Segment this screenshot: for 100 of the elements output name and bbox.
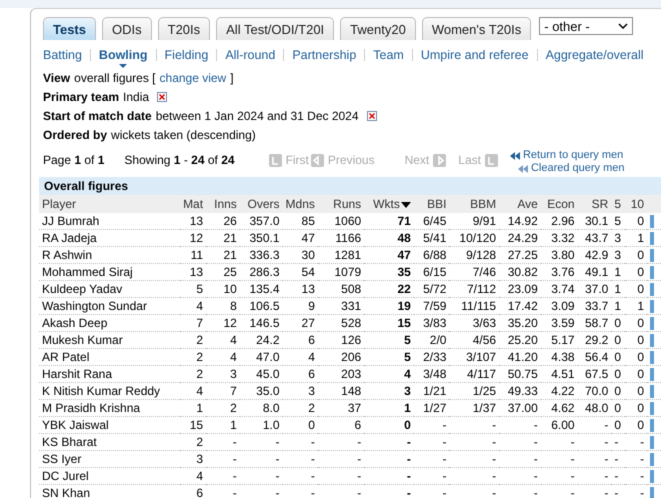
stat-cell: 3.32 — [540, 230, 578, 246]
stat-cell: 2/0 — [414, 332, 450, 348]
column-header[interactable]: Inns — [206, 195, 240, 213]
stat-cell: 3 — [282, 382, 318, 400]
column-header[interactable]: Mdns — [282, 195, 318, 213]
format-tab[interactable]: Women's T20Is — [422, 17, 532, 40]
row-marker — [650, 385, 654, 398]
stat-type-link[interactable]: Fielding — [164, 48, 208, 62]
column-header[interactable]: Wkts — [364, 195, 414, 213]
stat-cell: - — [414, 416, 450, 434]
stat-cell: 146.5 — [240, 314, 283, 332]
player-name: DC Jurel — [39, 468, 180, 484]
format-tab[interactable]: ODIs — [102, 17, 152, 40]
stat-cell: 0 — [625, 280, 648, 298]
column-header[interactable]: 10 — [625, 195, 648, 213]
stat-cell: 17.42 — [499, 298, 541, 314]
stat-cell: - — [499, 468, 541, 484]
stat-cell: 0 — [611, 400, 626, 416]
column-header[interactable]: Mat — [180, 195, 206, 213]
column-header[interactable]: BBM — [449, 195, 500, 213]
bracket-text: ] — [230, 71, 234, 85]
stat-cell: 35.20 — [499, 314, 541, 332]
other-select[interactable]: - other - — [539, 17, 634, 35]
stat-cell: - — [240, 484, 283, 498]
player-name: Mohammed Siraj — [39, 264, 180, 280]
stat-cell: - — [499, 434, 541, 450]
stat-cell: - — [540, 450, 578, 468]
stat-cell: 3 — [206, 366, 240, 382]
stat-cell: 11/115 — [449, 298, 500, 314]
stat-cell: 4.62 — [540, 400, 578, 416]
format-tab[interactable]: Tests — [43, 17, 96, 40]
row-marker — [650, 436, 654, 450]
sort-down-icon — [400, 202, 411, 208]
stat-cell: 30.1 — [578, 213, 612, 230]
stat-cell: - — [625, 450, 648, 468]
query-menu-link[interactable]: Return to query men — [522, 149, 624, 162]
stat-type-link[interactable]: All-round — [225, 48, 276, 62]
stat-cell: 5/41 — [414, 230, 450, 246]
player-name: Akash Deep — [39, 314, 180, 332]
caret-icon — [119, 64, 128, 68]
player-name: RA Jadeja — [39, 230, 180, 246]
stat-cell: 0 — [625, 213, 648, 230]
arrow-right-icon — [433, 154, 446, 166]
stat-cell: 0 — [282, 416, 318, 434]
stat-cell: 54 — [282, 264, 318, 280]
stat-cell: 58.7 — [578, 314, 612, 332]
filter-label: View — [43, 71, 70, 85]
remove-icon[interactable] — [366, 111, 377, 121]
column-header[interactable]: Ave — [499, 195, 541, 213]
stat-cell: 4.38 — [540, 348, 578, 366]
player-name: SS Iyer — [39, 450, 180, 468]
stat-cell: - — [449, 434, 500, 450]
column-header[interactable]: SR — [578, 195, 612, 213]
stat-cell: - — [449, 468, 500, 484]
stat-cell: 24.29 — [499, 230, 541, 246]
stat-cell: 206 — [318, 348, 364, 366]
stat-type-link[interactable]: Partnership — [292, 48, 356, 62]
stat-cell: 10 — [206, 280, 240, 298]
stat-cell: - — [540, 434, 578, 450]
format-tab[interactable]: All Test/ODI/T20I — [216, 17, 334, 40]
remove-icon[interactable] — [157, 92, 168, 102]
column-header[interactable]: Runs — [318, 195, 364, 213]
format-tab[interactable]: Twenty20 — [340, 17, 416, 40]
stat-cell: 6/15 — [414, 264, 450, 280]
stat-cell: 3 — [364, 382, 414, 400]
change-view-link[interactable]: change view — [160, 71, 226, 85]
stat-cell: 0 — [625, 246, 648, 264]
stat-cell: 7 — [180, 314, 206, 332]
stat-cell: 56.4 — [578, 348, 612, 366]
stat-cell: 1 — [180, 400, 206, 416]
format-tab[interactable]: T20Is — [158, 17, 210, 40]
stat-type-link[interactable]: Team — [373, 48, 404, 62]
stat-type-link[interactable]: Umpire and referee — [420, 48, 529, 62]
filter-value: India — [123, 90, 150, 104]
stat-cell: 5 — [611, 213, 626, 230]
filter-label: Primary team — [43, 90, 120, 104]
stat-type-link[interactable]: Batting — [43, 48, 82, 62]
column-header[interactable]: Overs — [240, 195, 283, 213]
stat-cell: 4/56 — [449, 332, 500, 348]
stat-cell: 1 — [611, 264, 626, 280]
stat-type-link[interactable]: Bowling — [98, 48, 148, 62]
row-marker — [650, 266, 654, 280]
row-marker — [650, 283, 654, 296]
stat-cell: 30 — [282, 246, 318, 264]
stat-cell: 0 — [611, 348, 626, 366]
stat-type-link[interactable]: Aggregate/overall — [546, 48, 644, 62]
stat-cell: - — [318, 468, 364, 484]
column-header[interactable]: BBI — [414, 195, 450, 213]
stat-cell: 6/88 — [414, 246, 450, 264]
query-menu-link[interactable]: Cleared query men — [530, 162, 625, 175]
column-header[interactable]: Econ — [540, 195, 578, 213]
stat-cell: 33.7 — [578, 298, 612, 314]
stat-cell: - — [449, 416, 500, 434]
stat-cell: - — [282, 434, 318, 450]
stat-cell: - — [206, 434, 240, 450]
column-header[interactable]: 5 — [611, 195, 626, 213]
stat-cell: - — [364, 450, 414, 468]
stat-cell: 0 — [625, 400, 648, 416]
stat-cell: 25.20 — [499, 332, 541, 348]
column-header[interactable]: Player — [39, 195, 180, 213]
